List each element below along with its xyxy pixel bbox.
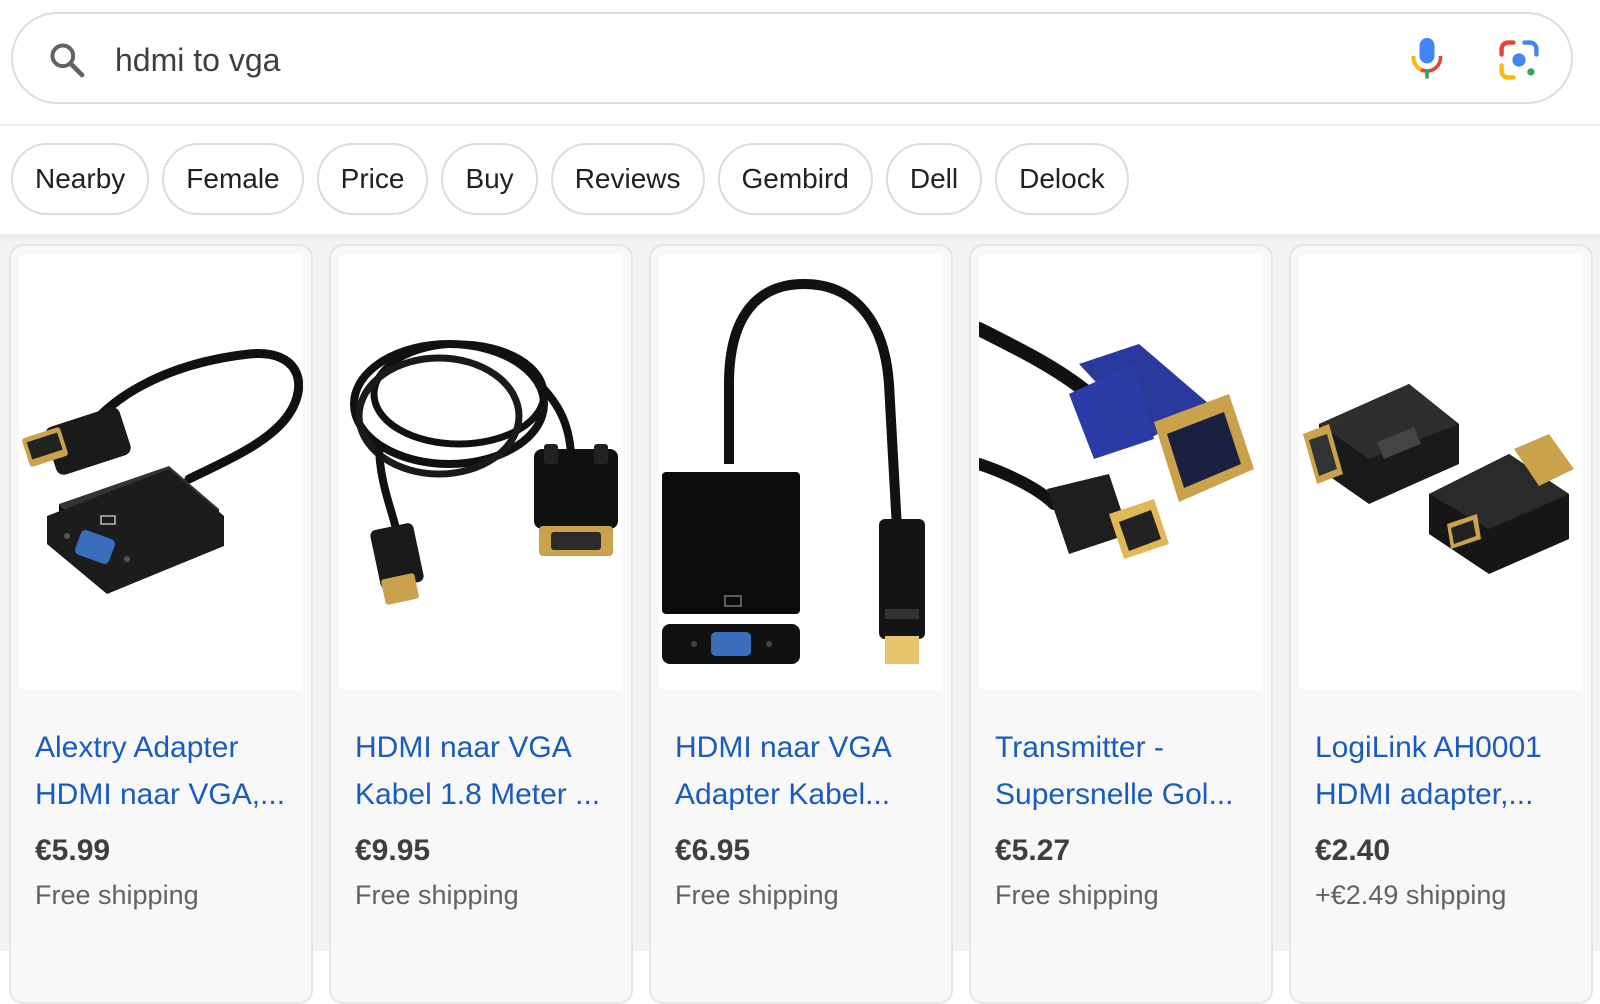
product-price: €5.27 [995,834,1071,867]
product-image-hdmi-and-vga-plugs [979,254,1263,690]
product-price: €9.95 [355,834,431,867]
search-header: hdmi to vga [0,0,1600,124]
product-shipping: Free shipping [675,880,839,910]
search-bar[interactable]: hdmi to vga [11,12,1573,104]
product-title[interactable]: HDMI naar VGA Adapter Kabel... [675,724,937,818]
product-price: €6.95 [675,834,751,867]
chip-gembird[interactable]: Gembird [717,143,873,215]
product-shipping: Free shipping [995,880,1159,910]
product-card[interactable]: LogiLink AH0001 HDMI adapter,... €2.40 +… [1289,244,1593,1004]
filter-chips: Nearby Female Price Buy Reviews Gembird … [11,143,1129,217]
product-title[interactable]: Transmitter - Supersnelle Gol... [995,724,1257,818]
header-divider [0,124,1600,126]
chip-reviews[interactable]: Reviews [550,143,705,215]
product-title[interactable]: HDMI naar VGA Kabel 1.8 Meter ... [355,724,617,818]
product-title[interactable]: Alextry Adapter HDMI naar VGA,... [35,724,297,818]
product-card[interactable]: HDMI naar VGA Adapter Kabel... €6.95 Fre… [649,244,953,1004]
product-price: €5.99 [35,834,111,867]
chip-dell[interactable]: Dell [885,143,983,215]
product-card[interactable]: Transmitter - Supersnelle Gol... €5.27 F… [969,244,1273,1004]
product-title[interactable]: LogiLink AH0001 HDMI adapter,... [1315,724,1577,818]
product-carousel: Alextry Adapter HDMI naar VGA,... €5.99 … [0,242,1600,1004]
lens-icon[interactable] [1497,38,1541,82]
chip-delock[interactable]: Delock [995,143,1129,215]
search-icon[interactable] [47,40,87,80]
chip-nearby[interactable]: Nearby [11,143,150,215]
product-image-dvi-hdmi-adapters [1299,254,1583,690]
product-shipping: Free shipping [35,880,199,910]
product-price: €2.40 [1315,834,1391,867]
product-shipping: Free shipping [355,880,519,910]
search-input[interactable]: hdmi to vga [115,40,280,80]
product-card[interactable]: HDMI naar VGA Kabel 1.8 Meter ... €9.95 … [329,244,633,1004]
chip-female[interactable]: Female [162,143,304,215]
chip-buy[interactable]: Buy [441,143,538,215]
product-image-hdmi-vga-adapter-loop [659,254,943,690]
chips-divider [0,234,1600,242]
product-card[interactable]: Alextry Adapter HDMI naar VGA,... €5.99 … [9,244,313,1004]
product-image-hdmi-vga-cable [339,254,623,690]
chip-price[interactable]: Price [316,143,429,215]
product-shipping: +€2.49 shipping [1315,880,1507,910]
mic-icon[interactable] [1409,36,1445,82]
product-image-hdmi-vga-adapter [19,254,303,690]
